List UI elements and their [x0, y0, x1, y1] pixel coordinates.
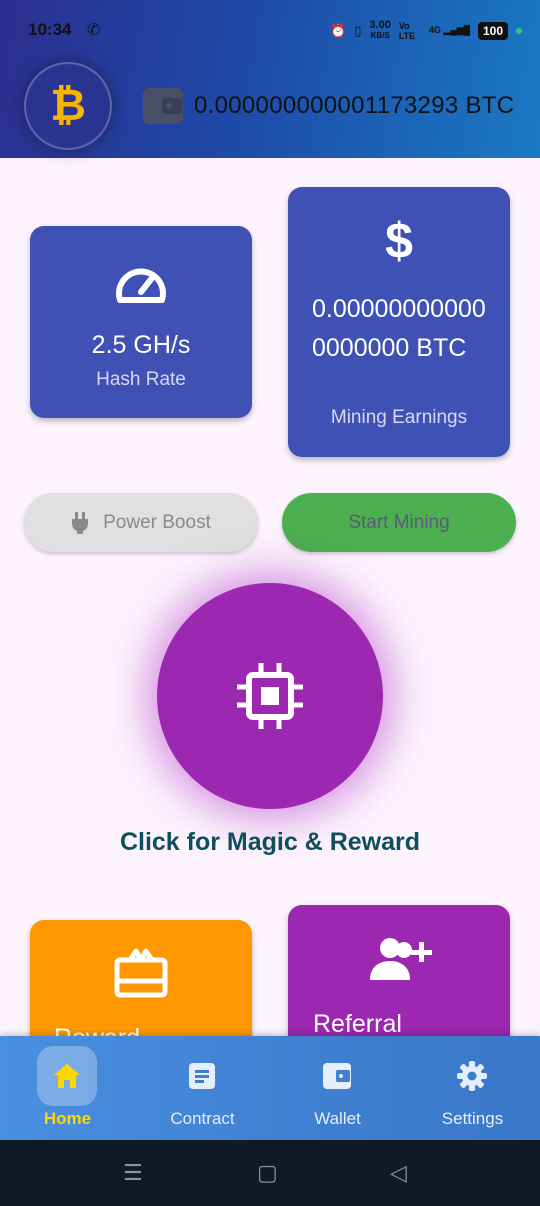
hash-rate-label: Hash Rate	[96, 369, 186, 390]
plug-icon	[72, 511, 89, 534]
magic-reward-label: Click for Magic & Reward	[119, 828, 421, 856]
bitcoin-icon: ₿	[50, 81, 86, 130]
wallet-icon	[323, 1063, 351, 1089]
status-indicators: ⏰ ▯ 3.00 KB/S Vo LTE 4G ▂▄▆█ 100	[330, 20, 522, 41]
gift-card-icon	[114, 948, 168, 998]
volte-indicator: Vo LTE	[398, 20, 416, 41]
bitcoin-logo[interactable]: ₿	[24, 62, 112, 150]
power-boost-button[interactable]: Power Boost	[24, 493, 258, 552]
start-mining-label: Start Mining	[348, 511, 450, 533]
gear-icon-wrap	[442, 1046, 502, 1106]
back-icon[interactable]: ◁	[390, 1160, 407, 1186]
home-icon-wrap	[37, 1046, 97, 1106]
vibrate-icon: ▯	[354, 22, 362, 38]
nav-contract-label: Contract	[170, 1109, 235, 1128]
chip-icon	[237, 663, 303, 729]
nav-wallet-label: Wallet	[314, 1109, 361, 1128]
gear-icon	[457, 1061, 487, 1091]
status-time: 10:34	[28, 20, 72, 39]
phone-icon: ✆	[87, 22, 101, 39]
wallet-nav-icon-wrap	[307, 1046, 367, 1106]
privacy-dot	[516, 27, 522, 34]
referral-label: Referral	[313, 1010, 402, 1038]
add-user-icon	[370, 938, 432, 980]
speedometer-icon	[116, 268, 166, 303]
recents-icon[interactable]: ☰	[123, 1160, 143, 1186]
net-speed: 3.00 KB/S	[369, 20, 390, 41]
wallet-icon	[143, 88, 183, 124]
nav-settings-label: Settings	[441, 1109, 504, 1128]
nav-settings[interactable]: Settings	[405, 1036, 540, 1140]
nav-home[interactable]: Home	[0, 1036, 135, 1140]
alarm-icon: ⏰	[330, 22, 347, 38]
signal-label: 4G	[428, 25, 441, 35]
mining-earnings-value: 0.000000000000000000 BTC	[312, 295, 486, 362]
power-boost-label: Power Boost	[103, 511, 211, 533]
status-bar: 10:34 ✆ ⏰ ▯ 3.00 KB/S Vo LTE 4G ▂▄▆█ 100	[0, 0, 540, 60]
start-mining-button[interactable]: Start Mining	[282, 493, 516, 552]
nav-wallet[interactable]: Wallet	[270, 1036, 405, 1140]
net-speed-value: 3.00	[369, 19, 391, 31]
btc-balance: 0.000000000001173293 BTC	[194, 92, 515, 119]
magic-reward-button[interactable]	[157, 583, 383, 809]
battery-indicator: 100	[477, 21, 508, 40]
hash-rate-value: 2.5 GH/s	[91, 331, 191, 359]
mining-earnings-label: Mining Earnings	[330, 407, 468, 428]
home-system-icon[interactable]: ▢	[257, 1160, 278, 1186]
dollar-icon: $	[385, 213, 413, 269]
contract-icon	[189, 1063, 215, 1089]
nav-home-label: Home	[43, 1109, 92, 1128]
signal-indicator: 4G ▂▄▆█	[428, 25, 470, 35]
nav-contract[interactable]: Contract	[135, 1036, 270, 1140]
contract-icon-wrap	[172, 1046, 232, 1106]
net-speed-unit: KB/S	[370, 31, 390, 40]
home-icon	[54, 1064, 80, 1088]
